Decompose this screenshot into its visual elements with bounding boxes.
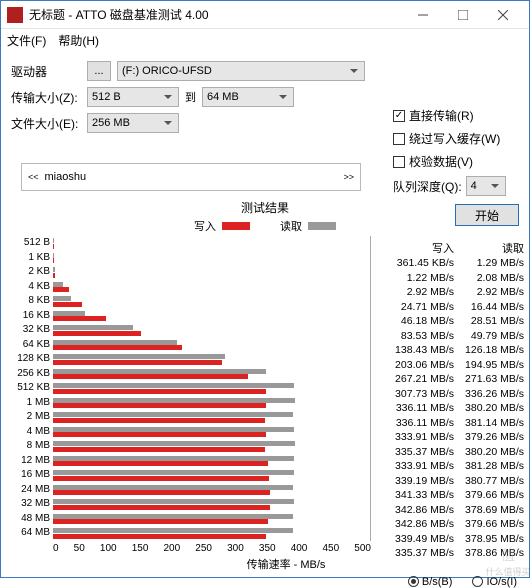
y-axis-labels: 512 B1 KB2 KB4 KB8 KB16 KB32 KB64 KB128 … — [11, 236, 53, 541]
bar-row — [53, 280, 370, 295]
drive-label: 驱动器 — [11, 63, 81, 80]
table-row: 335.37 MB/s380.20 MB/s — [384, 445, 524, 460]
table-row: 333.91 MB/s379.26 MB/s — [384, 430, 524, 445]
desc-prev-icon[interactable]: << — [26, 172, 41, 182]
bar-row — [53, 396, 370, 411]
bar-row — [53, 454, 370, 469]
watermark-icon: 值什么值得买 — [478, 545, 530, 578]
bar-row — [53, 526, 370, 541]
title-bar: 无标题 - ATTO 磁盘基准测试 4.00 — [1, 1, 529, 29]
window-title: 无标题 - ATTO 磁盘基准测试 4.00 — [29, 6, 403, 23]
minimize-button[interactable] — [403, 3, 443, 27]
bar-row — [53, 265, 370, 280]
desc-text: miaoshu — [41, 171, 342, 183]
table-row: 342.86 MB/s379.66 MB/s — [384, 517, 524, 532]
table-row: 336.11 MB/s381.14 MB/s — [384, 416, 524, 431]
drive-select[interactable]: (F:) ORICO-UFSD — [117, 61, 365, 81]
bar-row — [53, 352, 370, 367]
xfer-to-select[interactable]: 64 MB — [202, 87, 294, 107]
chart-title: 测试结果 — [11, 199, 519, 216]
xfer-size-label: 传输大小(Z): — [11, 89, 81, 106]
app-icon — [7, 7, 23, 23]
bar-row — [53, 294, 370, 309]
bar-row — [53, 236, 370, 251]
desc-next-icon[interactable]: >> — [341, 172, 356, 182]
menu-bar: 文件(F) 帮助(H) — [1, 29, 529, 51]
close-button[interactable] — [483, 3, 523, 27]
filesize-label: 文件大小(E): — [11, 115, 81, 132]
bar-row — [53, 367, 370, 382]
chart-legend: 写入 读取 — [11, 218, 519, 234]
bar-row — [53, 251, 370, 266]
table-row: 333.91 MB/s381.28 MB/s — [384, 459, 524, 474]
bar-row — [53, 512, 370, 527]
table-row: 267.21 MB/s271.63 MB/s — [384, 372, 524, 387]
table-row: 361.45 KB/s1.29 MB/s — [384, 256, 524, 271]
unit-toggle: B/s(B) IO/s(I) — [1, 576, 529, 588]
queue-depth-select[interactable]: 4 — [466, 176, 506, 196]
results-table: 写入读取 361.45 KB/s1.29 MB/s1.22 MB/s2.08 M… — [384, 240, 524, 561]
read-swatch-icon — [308, 222, 336, 230]
bar-row — [53, 338, 370, 353]
description-input[interactable]: << miaoshu >> — [21, 163, 361, 191]
table-row: 83.53 MB/s49.79 MB/s — [384, 329, 524, 344]
x-axis-ticks: 050100150200250300350400450500 — [11, 541, 371, 554]
verify-data-checkbox[interactable]: 校验数据(V) — [393, 153, 519, 170]
bar-row — [53, 410, 370, 425]
direct-io-checkbox[interactable]: ✓直接传输(R) — [393, 107, 519, 124]
bar-row — [53, 468, 370, 483]
table-row: 1.22 MB/s2.08 MB/s — [384, 271, 524, 286]
table-row: 203.06 MB/s194.95 MB/s — [384, 358, 524, 373]
menu-help[interactable]: 帮助(H) — [58, 32, 99, 49]
bar-row — [53, 483, 370, 498]
bar-plot — [53, 236, 371, 541]
table-row: 341.33 MB/s379.66 MB/s — [384, 488, 524, 503]
table-row: 24.71 MB/s16.44 MB/s — [384, 300, 524, 315]
bar-row — [53, 425, 370, 440]
xfer-from-select[interactable]: 512 B — [87, 87, 179, 107]
table-row: 307.73 MB/s336.26 MB/s — [384, 387, 524, 402]
table-row: 339.49 MB/s378.95 MB/s — [384, 532, 524, 547]
to-label: 到 — [185, 89, 196, 105]
menu-file[interactable]: 文件(F) — [7, 32, 46, 49]
table-row: 336.11 MB/s380.20 MB/s — [384, 401, 524, 416]
bar-row — [53, 309, 370, 324]
bypass-cache-checkbox[interactable]: 绕过写入缓存(W) — [393, 130, 519, 147]
table-row: 138.43 MB/s126.18 MB/s — [384, 343, 524, 358]
browse-button[interactable]: ... — [87, 61, 111, 81]
table-row: 339.19 MB/s380.77 MB/s — [384, 474, 524, 489]
bar-row — [53, 439, 370, 454]
table-row: 342.86 MB/s378.69 MB/s — [384, 503, 524, 518]
table-row: 46.18 MB/s28.51 MB/s — [384, 314, 524, 329]
queue-depth-label: 队列深度(Q): — [393, 178, 462, 195]
bar-row — [53, 381, 370, 396]
maximize-button[interactable] — [443, 3, 483, 27]
table-row: 2.92 MB/s2.92 MB/s — [384, 285, 524, 300]
bar-row — [53, 323, 370, 338]
filesize-select[interactable]: 256 MB — [87, 113, 179, 133]
write-swatch-icon — [222, 222, 250, 230]
radio-bps[interactable]: B/s(B) — [408, 576, 453, 588]
bar-row — [53, 497, 370, 512]
